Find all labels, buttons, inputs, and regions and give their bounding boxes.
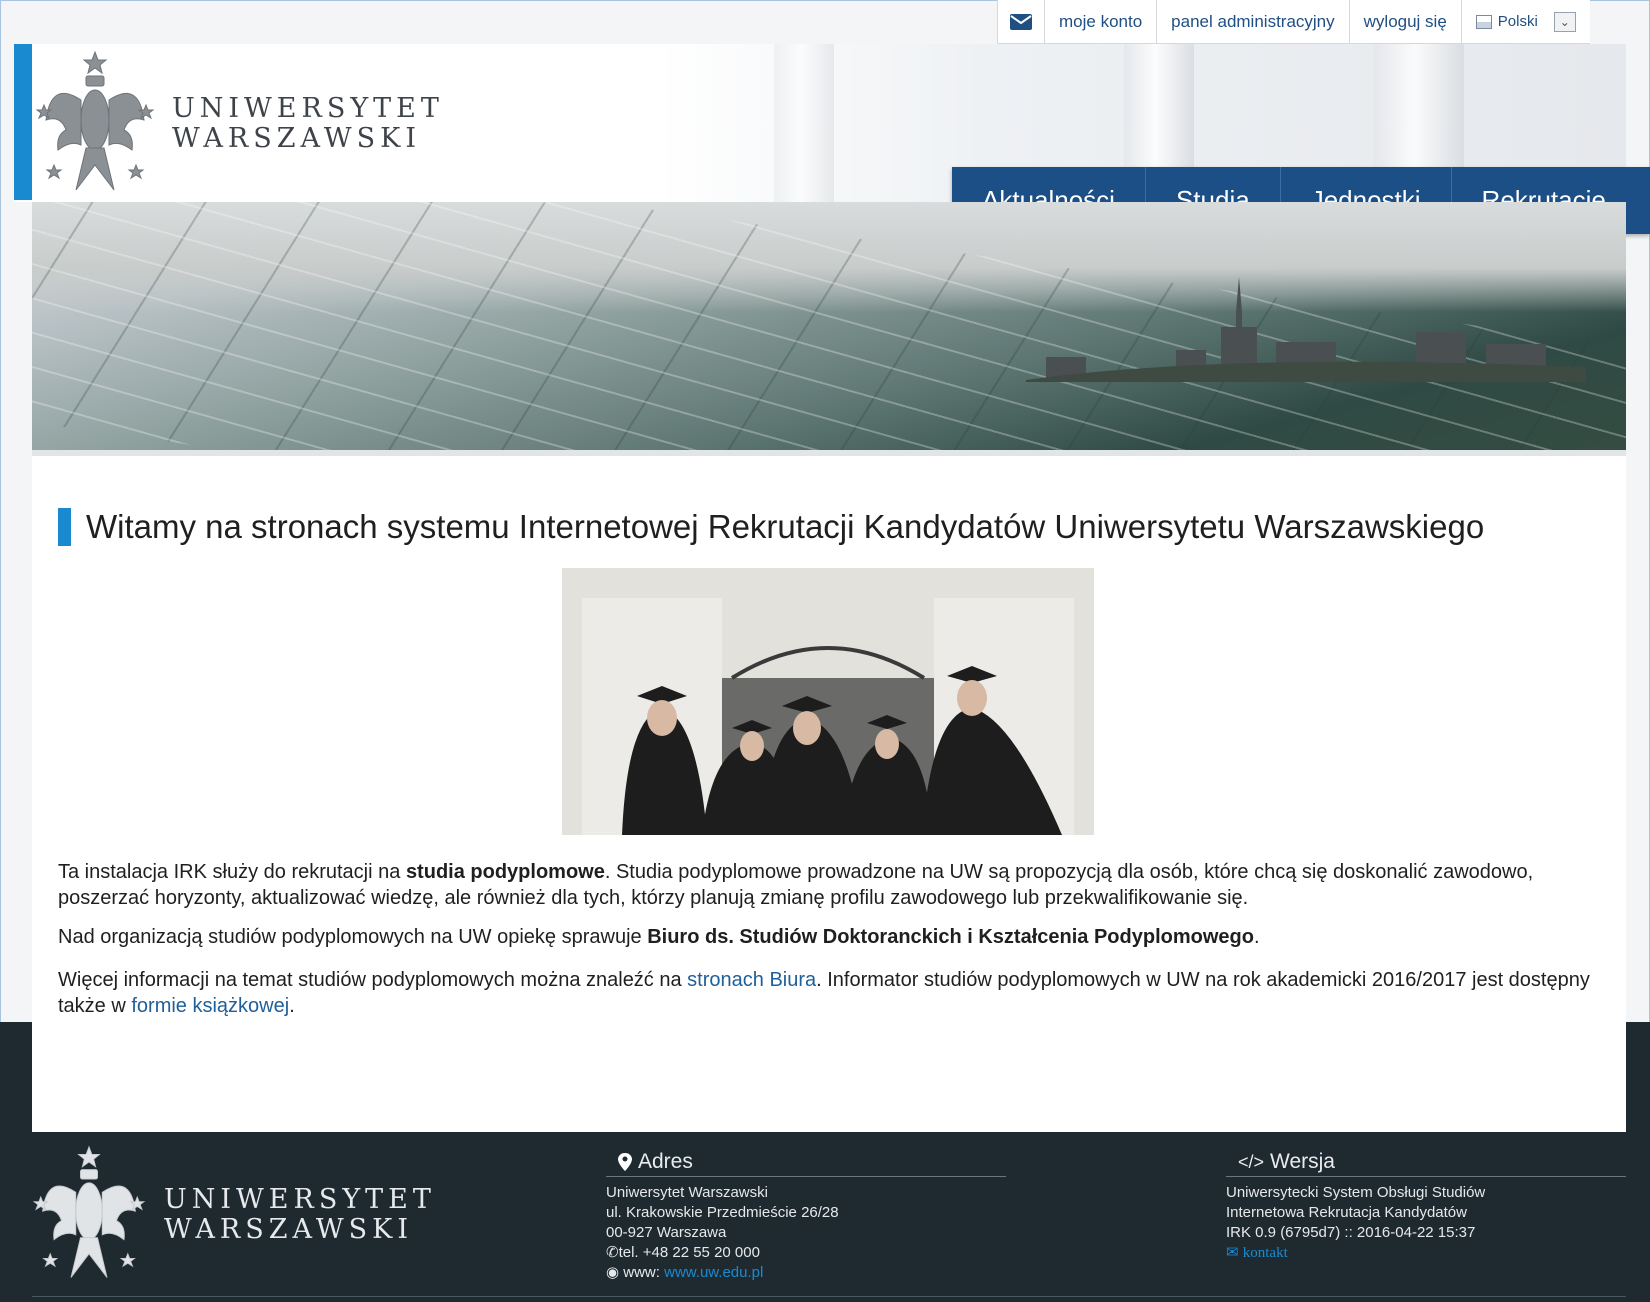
contact-line[interactable]: ✉ kontakt (1226, 1243, 1626, 1263)
www-label: www: (623, 1264, 665, 1281)
admin-panel-link[interactable]: panel administracyjny (1157, 0, 1350, 43)
page-title-row: Witamy na stronach systemu Internetowej … (58, 508, 1484, 546)
envelope-icon: ✉ (1226, 1244, 1239, 1261)
version-heading: </> Wersja (1226, 1150, 1626, 1177)
more-info-text-1: Więcej informacji na temat studiów podyp… (58, 969, 688, 991)
logout-link[interactable]: wyloguj się (1350, 0, 1462, 43)
main-content: Witamy na stronach systemu Internetowej … (32, 456, 1626, 1022)
contact-link[interactable]: kontakt (1243, 1245, 1288, 1261)
version-line-3: IRK 0.9 (6795d7) :: 2016-04-22 15:37 (1226, 1224, 1476, 1241)
language-selector[interactable]: Polski ⌄ (1462, 0, 1590, 43)
messages-link[interactable] (998, 0, 1045, 43)
intro-text-1: Ta instalacja IRK służy do rekrutacji na (58, 861, 406, 883)
city-skyline-image (1026, 277, 1586, 382)
content-bottom-spacer (32, 1022, 1626, 1132)
header-column-decoration (774, 44, 834, 202)
version-line-1: Uniwersytecki System Obsługi Studiów (1226, 1184, 1486, 1201)
my-account-link[interactable]: moje konto (1045, 0, 1158, 43)
organization-text-1: Nad organizacją studiów podyplomowych na… (58, 926, 648, 948)
header-accent-bar (14, 44, 32, 200)
address-line-3: 00-927 Warszawa (606, 1224, 727, 1241)
globe-icon: ◉ (606, 1264, 620, 1281)
address-line-2: ul. Krakowskie Przedmieście 26/28 (606, 1204, 839, 1221)
phone-line: ✆tel. +48 22 55 20 000 (606, 1243, 1006, 1263)
version-block: Uniwersytecki System Obsługi Studiów Int… (1226, 1183, 1626, 1263)
address-line-1: Uniwersytet Warszawski (606, 1184, 768, 1201)
chevron-down-icon[interactable]: ⌄ (1553, 11, 1576, 32)
header-banner-image (32, 202, 1626, 450)
intro-paragraph: Ta instalacja IRK służy do rekrutacji na… (58, 859, 1618, 911)
more-info-paragraph: Więcej informacji na temat studiów podyp… (58, 967, 1618, 1019)
map-marker-icon (618, 1153, 632, 1171)
language-icon (1475, 14, 1492, 29)
logo-line-1: UNIWERSYTET (172, 93, 444, 124)
address-heading: Adres (606, 1150, 1006, 1177)
university-logo[interactable]: UNIWERSYTET WARSZAWSKI (36, 50, 444, 198)
graduates-photo (562, 568, 1094, 835)
language-label: Polski (1497, 13, 1538, 30)
more-info-text-3: . (289, 995, 295, 1017)
envelope-icon (1010, 13, 1032, 30)
organization-text-2: . (1253, 926, 1260, 948)
website-link[interactable]: www.uw.edu.pl (664, 1264, 763, 1281)
title-accent-mark (58, 508, 71, 546)
logo-text: UNIWERSYTET WARSZAWSKI (172, 94, 444, 154)
top-utility-bar: moje konto panel administracyjny wyloguj… (997, 0, 1590, 44)
www-line: ◉ www: www.uw.edu.pl (606, 1263, 1006, 1283)
footer-logo-line-1: UNIWERSYTET (164, 1184, 436, 1215)
eagle-emblem-icon (36, 50, 154, 191)
version-heading-label: Wersja (1270, 1150, 1335, 1173)
organization-text-bold: Biuro ds. Studiów Doktoranckich i Kształ… (647, 926, 1254, 948)
footer-university-logo[interactable]: UNIWERSYTET WARSZAWSKI (30, 1145, 436, 1285)
graduates-image (562, 568, 1094, 835)
address-block: Uniwersytet Warszawski ul. Krakowskie Pr… (606, 1183, 1006, 1283)
version-line-2: Internetowa Rekrutacja Kandydatów (1226, 1204, 1467, 1221)
footer-address: Adres Uniwersytet Warszawski ul. Krakows… (606, 1150, 1006, 1283)
logo-line-2: WARSZAWSKI (172, 123, 421, 154)
code-icon: </> (1238, 1151, 1265, 1172)
address-heading-label: Adres (638, 1150, 693, 1173)
eagle-emblem-icon (32, 1145, 146, 1278)
footer-logo-line-2: WARSZAWSKI (164, 1214, 413, 1245)
footer-divider (32, 1296, 1626, 1297)
phone-number: tel. +48 22 55 20 000 (618, 1244, 760, 1261)
book-form-link[interactable]: formie książkowej (131, 995, 289, 1017)
phone-icon: ✆ (606, 1244, 619, 1261)
intro-text-bold: studia podyplomowe (405, 861, 605, 883)
office-pages-link[interactable]: stronach Biura (687, 969, 816, 991)
footer-logo-text: UNIWERSYTET WARSZAWSKI (164, 1185, 436, 1245)
footer-version: </> Wersja Uniwersytecki System Obsługi … (1226, 1150, 1626, 1263)
organization-paragraph: Nad organizacją studiów podyplomowych na… (58, 924, 1618, 950)
page-title: Witamy na stronach systemu Internetowej … (86, 508, 1485, 545)
